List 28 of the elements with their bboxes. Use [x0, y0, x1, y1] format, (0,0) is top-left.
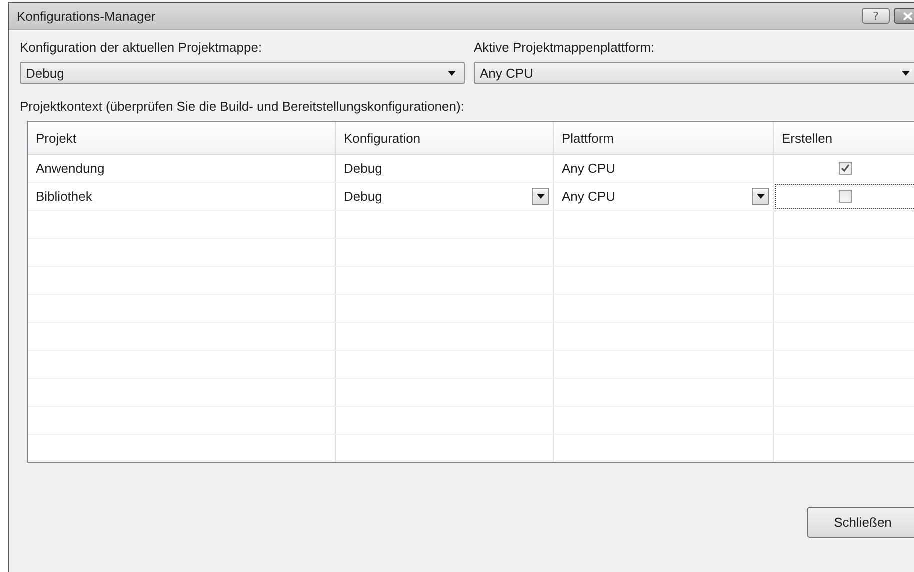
- table-cell: Any CPU: [554, 155, 774, 182]
- dropdown-arrow-icon: [448, 70, 456, 76]
- column-header[interactable]: Projekt: [28, 122, 336, 154]
- table-cell: Debug: [336, 155, 554, 182]
- dropdown-button[interactable]: [532, 188, 549, 205]
- dropdown-arrow-icon: [536, 194, 544, 199]
- table-cell: Anwendung: [28, 155, 336, 182]
- close-icon: [903, 12, 913, 20]
- dropdown[interactable]: Debug: [20, 62, 465, 84]
- field-label: Aktive Projektmappenplattform:: [474, 40, 656, 55]
- checkbox[interactable]: [838, 190, 852, 203]
- table-cell[interactable]: Debug: [336, 183, 554, 210]
- column-header[interactable]: Erstellen: [774, 122, 914, 154]
- dropdown[interactable]: Any CPU: [474, 62, 914, 84]
- close-dialog-button[interactable]: Schließen: [807, 507, 914, 538]
- dropdown-arrow-icon: [756, 194, 764, 199]
- help-button[interactable]: ?: [862, 8, 890, 24]
- checkbox[interactable]: [838, 162, 852, 175]
- field-label: Konfiguration der aktuellen Projektmappe:: [20, 40, 264, 55]
- column-header[interactable]: Plattform: [554, 122, 774, 154]
- window-title: Konfigurations-Manager: [17, 8, 156, 24]
- section-label: Projektkontext (überprüfen Sie die Build- und Bereitstellungskonfigurationen):: [20, 99, 466, 114]
- dropdown-button[interactable]: [752, 188, 769, 205]
- table-cell[interactable]: [774, 183, 914, 210]
- column-header[interactable]: Konfiguration: [336, 122, 554, 154]
- dropdown-arrow-icon: [902, 70, 910, 76]
- table-cell[interactable]: Any CPU: [554, 183, 774, 210]
- table-cell: Bibliothek: [28, 183, 336, 210]
